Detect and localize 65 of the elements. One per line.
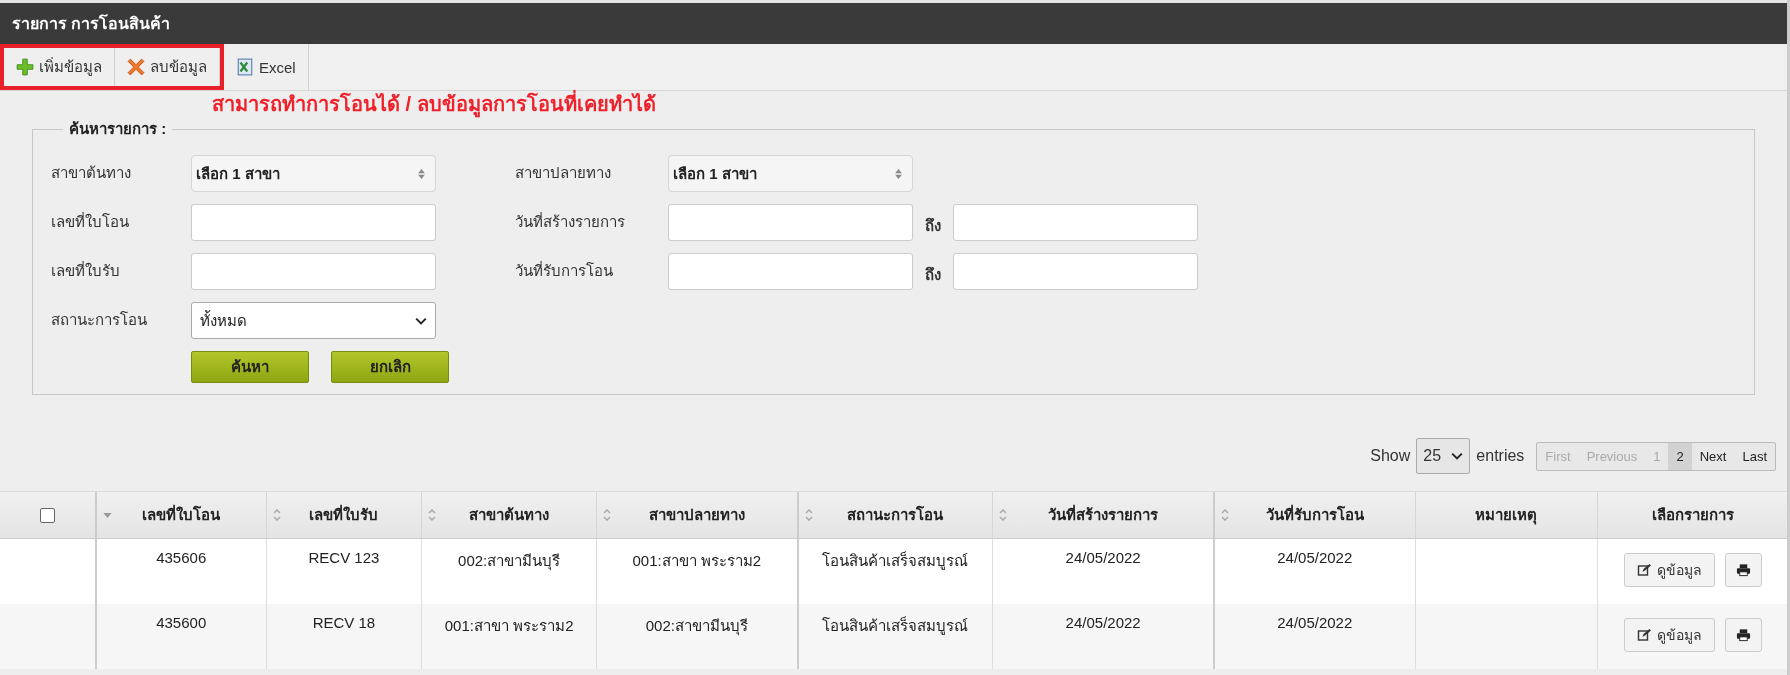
- view-button[interactable]: ดูข้อมูล: [1623, 553, 1715, 587]
- plus-icon: [16, 58, 34, 76]
- cross-icon: [127, 58, 145, 76]
- field-label: สถานะการโอน: [51, 310, 148, 330]
- cancel-button[interactable]: ยกเลิก: [331, 351, 449, 383]
- table-cell-text: 001:สาขา พระราม2: [632, 551, 762, 571]
- date-from-field[interactable]: [668, 204, 913, 241]
- field-label: วันที่สร้างรายการ: [514, 211, 626, 232]
- page-button[interactable]: 2: [1668, 442, 1692, 470]
- print-button[interactable]: [1724, 618, 1762, 652]
- field-label: เลขที่ใบรับ: [51, 260, 121, 281]
- length-label: Show: [1370, 447, 1411, 465]
- table-cell-text: RECV 18: [312, 614, 376, 633]
- length-label: entries: [1476, 447, 1525, 465]
- field-label: วันที่รับการโอน: [514, 260, 614, 281]
- transfer-number-field[interactable]: [191, 204, 436, 241]
- table-cell-text: 24/05/2022: [1277, 614, 1353, 633]
- field-label: สาขาต้นทาง: [51, 163, 132, 183]
- view-button[interactable]: ดูข้อมูล: [1623, 618, 1715, 652]
- page-length-select[interactable]: 25: [1416, 438, 1471, 474]
- column-header[interactable]: สาขาปลายทาง: [596, 492, 797, 538]
- table-cell-text: 24/05/2022: [1277, 549, 1353, 568]
- table-cell-text: 24/05/2022: [1065, 549, 1141, 568]
- status-select[interactable]: ทั้งหมด: [191, 302, 436, 339]
- search-legend: ค้นหารายการ :: [63, 117, 173, 141]
- edit-icon: [1636, 628, 1652, 642]
- receipt-number-field[interactable]: [191, 253, 436, 290]
- printer-icon: [1735, 628, 1751, 642]
- table-cell-text: 002:สาขามีนบุรี: [645, 616, 748, 638]
- table-cell-text: โอนสินค้าเสร็จสมบูรณ์: [822, 550, 969, 572]
- chevron-down-icon: [1451, 452, 1464, 460]
- table-cell-text: 001:สาขา พระราม2: [444, 616, 574, 636]
- table-cell-text: 435606: [156, 549, 207, 568]
- printer-icon: [1735, 563, 1751, 577]
- updown-icon: [418, 168, 425, 179]
- annotation-text: สามารถทำการโอนได้ / ลบข้อมูลการโอนที่เคยทำได้: [212, 88, 656, 120]
- origin-branch-select[interactable]: เลือก 1 สาขา: [191, 155, 436, 192]
- page-button[interactable]: Last: [1734, 442, 1775, 470]
- field-label: เลขที่ใบโอน: [51, 211, 130, 232]
- table-cell-text: 002:สาขามีนบุรี: [458, 551, 561, 573]
- date-to-field[interactable]: [953, 253, 1198, 290]
- updown-icon: [895, 168, 902, 179]
- print-button[interactable]: [1724, 553, 1762, 587]
- range-label: ถึง: [924, 265, 942, 285]
- destination-branch-select[interactable]: เลือก 1 สาขา: [668, 155, 913, 192]
- search-button[interactable]: ค้นหา: [191, 351, 309, 383]
- table-cell-text: RECV 123: [308, 549, 380, 568]
- table-cell-text: 24/05/2022: [1065, 614, 1141, 633]
- column-header[interactable]: เลขที่ใบรับ: [265, 492, 422, 538]
- column-header[interactable]: สาขาต้นทาง: [421, 492, 596, 538]
- chevron-down-icon: [415, 316, 427, 325]
- date-to-field[interactable]: [953, 204, 1198, 241]
- range-label: ถึง: [924, 216, 942, 236]
- column-header[interactable]: วันที่สร้างรายการ: [992, 492, 1213, 538]
- table-cell-text: 435600: [156, 614, 207, 633]
- date-from-field[interactable]: [668, 253, 913, 290]
- table-cell-text: โอนสินค้าเสร็จสมบูรณ์: [822, 615, 969, 637]
- window-title: รายการ การโอนสินค้า: [12, 13, 171, 34]
- page-button[interactable]: Next: [1691, 442, 1735, 470]
- edit-icon: [1636, 563, 1652, 577]
- field-label: สาขาปลายทาง: [514, 163, 612, 183]
- column-header[interactable]: หมายเหตุ: [1414, 492, 1598, 538]
- column-header[interactable]: เลือกรายการ: [1597, 492, 1787, 538]
- select-all-checkbox[interactable]: [39, 507, 55, 523]
- spreadsheet-icon: [236, 58, 254, 76]
